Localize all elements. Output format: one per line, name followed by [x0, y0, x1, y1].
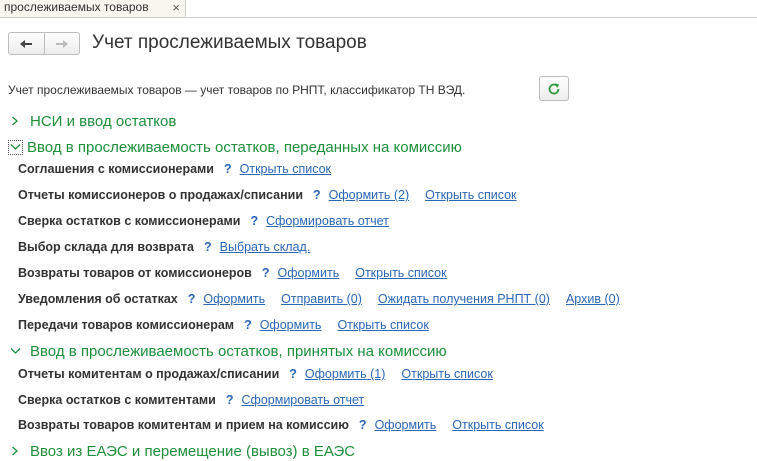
list-item: Сверка остатков с комитентами ? Сформиро…: [18, 391, 380, 409]
row-label: Отчеты комиссионеров о продажах/списании: [18, 188, 304, 202]
row-label: Возвраты товаров комитентам и прием на к…: [18, 418, 349, 432]
link-await-rnpt[interactable]: Ожидать получения РНПТ (0): [378, 292, 550, 306]
chevron-down-icon: [8, 139, 23, 155]
link-select-warehouse[interactable]: Выбрать склад.: [220, 240, 311, 254]
row-label: Отчеты комитентам о продажах/списании: [18, 367, 280, 381]
link-open-list[interactable]: Открыть список: [337, 318, 428, 332]
tab-label: прослеживаемых товаров: [4, 0, 149, 14]
list-item: Передачи товаров комиссионерам ? Оформит…: [18, 316, 445, 334]
help-icon[interactable]: ?: [188, 292, 196, 306]
row-label: Возвраты товаров от комиссионеров: [18, 266, 252, 280]
list-item: Уведомления об остатках ? Оформить Отпра…: [18, 290, 636, 308]
row-label: Выбор склада для возврата: [18, 240, 194, 254]
help-icon[interactable]: ?: [262, 266, 270, 280]
tab-strip: прослеживаемых товаров ×: [0, 0, 757, 18]
link-generate-report[interactable]: Сформировать отчет: [266, 214, 389, 228]
page-description: Учет прослеживаемых товаров — учет товар…: [8, 83, 466, 97]
list-item: Выбор склада для возврата ? Выбрать скла…: [18, 238, 326, 256]
link-create[interactable]: Оформить: [203, 292, 265, 306]
help-icon[interactable]: ?: [289, 367, 297, 381]
group-label: НСИ и ввод остатков: [30, 112, 177, 130]
link-create[interactable]: Оформить: [277, 266, 339, 280]
refresh-button[interactable]: [539, 76, 569, 101]
row-label: Сверка остатков с комитентами: [18, 393, 216, 407]
group-eaeu[interactable]: Ввоз из ЕАЭС и перемещение (вывоз) в ЕАЭ…: [8, 441, 355, 461]
row-label: Уведомления об остатках: [18, 292, 178, 306]
link-open-list[interactable]: Открыть список: [425, 188, 516, 202]
link-create[interactable]: Оформить: [260, 318, 322, 332]
chevron-right-icon: [8, 444, 22, 458]
list-item: Сверка остатков с комиссионерами ? Сформ…: [18, 212, 405, 230]
link-archive[interactable]: Архив (0): [566, 292, 620, 306]
link-open-list[interactable]: Открыть список: [452, 418, 543, 432]
link-open-list[interactable]: Открыть список: [355, 266, 446, 280]
row-label: Сверка остатков с комиссионерами: [18, 214, 241, 228]
page-title: Учет прослеживаемых товаров: [92, 32, 367, 53]
help-icon[interactable]: ?: [250, 214, 258, 228]
tab-tracked-goods[interactable]: прослеживаемых товаров ×: [0, 0, 186, 17]
link-generate-report[interactable]: Сформировать отчет: [242, 393, 365, 407]
help-icon[interactable]: ?: [204, 240, 212, 254]
chevron-down-icon: [8, 344, 22, 358]
help-icon[interactable]: ?: [313, 188, 321, 202]
link-create[interactable]: Оформить (1): [305, 367, 385, 381]
group-label: Ввод в прослеживаемость остатков, переда…: [27, 138, 462, 156]
help-icon[interactable]: ?: [224, 162, 232, 176]
help-icon[interactable]: ?: [226, 393, 234, 407]
list-item: Возвраты товаров комитентам и прием на к…: [18, 416, 560, 434]
link-create[interactable]: Оформить: [375, 418, 437, 432]
help-icon[interactable]: ?: [359, 418, 367, 432]
link-send[interactable]: Отправить (0): [281, 292, 362, 306]
list-item: Возвраты товаров от комиссионеров ? Офор…: [18, 264, 463, 282]
list-item: Соглашения с комиссионерами ? Открыть сп…: [18, 160, 347, 178]
row-label: Передачи товаров комиссионерам: [18, 318, 235, 332]
arrow-left-icon: [20, 39, 33, 48]
list-item: Отчеты комитентам о продажах/списании ? …: [18, 365, 509, 383]
refresh-icon: [548, 82, 560, 94]
forward-button[interactable]: [43, 33, 80, 54]
close-icon[interactable]: ×: [172, 0, 180, 15]
arrow-right-icon: [55, 39, 68, 48]
group-nsi[interactable]: НСИ и ввод остатков: [8, 111, 176, 131]
link-open-list[interactable]: Открыть список: [240, 162, 331, 176]
row-label: Соглашения с комиссионерами: [18, 162, 214, 176]
link-create[interactable]: Оформить (2): [329, 188, 409, 202]
link-open-list[interactable]: Открыть список: [401, 367, 492, 381]
chevron-right-icon: [8, 114, 22, 128]
nav-buttons: [8, 32, 80, 55]
back-button[interactable]: [9, 33, 44, 54]
help-icon[interactable]: ?: [244, 318, 252, 332]
group-accepted-commission[interactable]: Ввод в прослеживаемость остатков, принят…: [8, 341, 447, 361]
group-label: Ввоз из ЕАЭС и перемещение (вывоз) в ЕАЭ…: [30, 442, 356, 460]
list-item: Отчеты комиссионеров о продажах/списании…: [18, 186, 533, 204]
group-transferred-commission[interactable]: Ввод в прослеживаемость остатков, переда…: [8, 137, 462, 157]
group-label: Ввод в прослеживаемость остатков, принят…: [30, 342, 447, 360]
